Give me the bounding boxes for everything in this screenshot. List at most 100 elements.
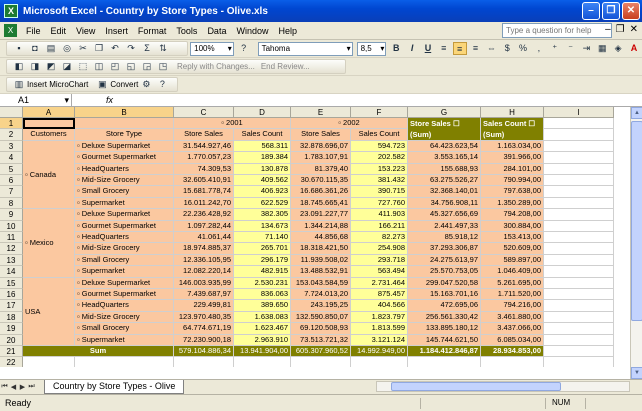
- total-sales-count[interactable]: 3.461.880,00: [481, 311, 544, 324]
- row-header[interactable]: 19: [0, 323, 23, 335]
- total-store-sales-header[interactable]: Store Sales ☐ (Sum): [408, 118, 481, 141]
- column-header[interactable]: A: [23, 107, 75, 118]
- scroll-up-icon[interactable]: ▲: [631, 107, 642, 119]
- empty-cell[interactable]: [351, 357, 408, 367]
- checkbox-icon[interactable]: ☐: [526, 119, 535, 128]
- row-header[interactable]: 1: [0, 118, 23, 130]
- empty-cell[interactable]: [408, 357, 481, 367]
- row-header[interactable]: 5: [0, 163, 23, 175]
- total-store-sales[interactable]: 32.368.140,01: [408, 186, 481, 198]
- empty-cell[interactable]: [544, 254, 614, 267]
- sales-count-2001[interactable]: 2.530.231: [234, 277, 291, 289]
- store-sales-2002[interactable]: 69.120.508,93: [291, 323, 351, 335]
- align-left-icon[interactable]: ≡: [437, 42, 451, 55]
- review-icon-10[interactable]: ◳: [156, 60, 170, 73]
- sales-count-2002[interactable]: 727.760: [351, 197, 408, 210]
- sales-count-2002[interactable]: 875.457: [351, 289, 408, 301]
- total-store-sales[interactable]: 155.688,93: [408, 163, 481, 175]
- empty-cell[interactable]: [544, 186, 614, 198]
- store-type-cell[interactable]: ▫ Supermarket: [75, 197, 174, 210]
- empty-cell[interactable]: [544, 140, 614, 153]
- sales-count-2001[interactable]: 189.384: [234, 152, 291, 164]
- sheet-tab[interactable]: Country by Store Types - Olive: [44, 380, 185, 394]
- store-type-cell[interactable]: ▫ Mid-Size Grocery: [75, 243, 174, 255]
- total-store-sales[interactable]: 256.561.330,42: [408, 311, 481, 324]
- store-type-cell[interactable]: ▫ Deluxe Supermarket: [75, 209, 174, 221]
- help-icon[interactable]: ?: [237, 42, 251, 55]
- sales-count-2002[interactable]: 3.121.124: [351, 334, 408, 346]
- empty-cell[interactable]: [544, 175, 614, 187]
- empty-cell[interactable]: [544, 277, 614, 289]
- row-header[interactable]: 22: [0, 357, 23, 367]
- align-center-icon[interactable]: ≡: [452, 42, 467, 55]
- store-sales-2002[interactable]: 132.590.850,07: [291, 311, 351, 324]
- restore-button[interactable]: ❐: [602, 2, 620, 20]
- empty-cell[interactable]: [544, 266, 614, 278]
- country-label[interactable]: ▫ Canada: [23, 140, 75, 210]
- spreadsheet-grid[interactable]: A B C D E F G H I 1 2 3 4 5 6 7 8 9 10 11 12 13 14 15 16 17 18 19 20…: [0, 107, 630, 367]
- total-sales-count[interactable]: 794.208,00: [481, 209, 544, 221]
- store-sales-2002[interactable]: 18.318.421,50: [291, 243, 351, 255]
- zoom-select[interactable]: 100%: [190, 41, 234, 56]
- store-sales-2001[interactable]: 123.970.480,35: [174, 311, 234, 324]
- store-sales-2001[interactable]: 7.439.687,97: [174, 289, 234, 301]
- sales-count-2001[interactable]: 265.701: [234, 243, 291, 255]
- horizontal-scroll-thumb[interactable]: [391, 382, 561, 391]
- italic-button[interactable]: I: [405, 42, 419, 55]
- row-header[interactable]: 17: [0, 300, 23, 312]
- empty-cell[interactable]: [544, 118, 614, 130]
- menu-window[interactable]: Window: [231, 26, 273, 36]
- store-type-cell[interactable]: ▫ Gourmet Supermarket: [75, 289, 174, 301]
- menu-edit[interactable]: Edit: [46, 26, 72, 36]
- sales-count-2001[interactable]: 296.179: [234, 254, 291, 267]
- empty-cell[interactable]: [544, 152, 614, 164]
- menu-view[interactable]: View: [71, 26, 100, 36]
- row-header[interactable]: 8: [0, 197, 23, 210]
- store-sales-2002[interactable]: 11.939.508,02: [291, 254, 351, 267]
- store-sales-2001[interactable]: 16.011.242,70: [174, 197, 234, 210]
- review-icon-4[interactable]: ◪: [60, 60, 74, 73]
- empty-cell[interactable]: [544, 311, 614, 324]
- total-store-sales[interactable]: 133.895.180,12: [408, 323, 481, 335]
- undo-icon[interactable]: ↶: [108, 42, 122, 55]
- sum-sales-count-2002[interactable]: 14.992.949,00: [351, 346, 408, 358]
- review-icon-7[interactable]: ◰: [108, 60, 122, 73]
- total-sales-count[interactable]: 300.884,00: [481, 220, 544, 232]
- increase-decimal-icon[interactable]: ⁺: [548, 42, 562, 55]
- store-sales-2001[interactable]: 12.336.105,95: [174, 254, 234, 267]
- help-search-input[interactable]: Type a question for help: [502, 23, 612, 38]
- settings-icon[interactable]: ⚙: [139, 78, 153, 91]
- store-sales-2002[interactable]: 16.686.361,26: [291, 186, 351, 198]
- excel-icon[interactable]: X: [4, 4, 18, 18]
- total-store-sales[interactable]: 34.756.908,11: [408, 197, 481, 210]
- research-icon[interactable]: ◎: [60, 42, 74, 55]
- sales-count-2002[interactable]: 82.273: [351, 232, 408, 244]
- total-sales-count[interactable]: 153.413,00: [481, 232, 544, 244]
- cell-a1[interactable]: [23, 118, 75, 130]
- workbook-restore-icon[interactable]: ❐: [616, 24, 625, 35]
- sales-count-2002[interactable]: 1.823.797: [351, 311, 408, 324]
- sales-count-2002[interactable]: 1.813.599: [351, 323, 408, 335]
- workbook-icon[interactable]: X: [4, 24, 17, 37]
- total-sales-count[interactable]: 6.085.034,00: [481, 334, 544, 346]
- sales-count-2002[interactable]: 166.211: [351, 220, 408, 232]
- menu-format[interactable]: Format: [133, 26, 172, 36]
- row-header[interactable]: 13: [0, 254, 23, 267]
- sales-count-2001[interactable]: 836.063: [234, 289, 291, 301]
- store-type-cell[interactable]: ▫ Deluxe Supermarket: [75, 140, 174, 153]
- sales-count-2002[interactable]: 594.723: [351, 140, 408, 153]
- indent-icon[interactable]: ⇥: [580, 42, 594, 55]
- store-sales-2002[interactable]: 243.195,25: [291, 300, 351, 312]
- sales-count-2002[interactable]: 2.731.464: [351, 277, 408, 289]
- store-sales-2002[interactable]: 18.745.665,41: [291, 197, 351, 210]
- customers-header[interactable]: Customers: [23, 129, 75, 141]
- empty-cell[interactable]: [544, 357, 614, 367]
- store-type-cell[interactable]: ▫ Mid-Size Grocery: [75, 311, 174, 324]
- minimize-button[interactable]: –: [582, 2, 600, 20]
- menu-data[interactable]: Data: [202, 26, 231, 36]
- store-sales-2002[interactable]: 7.724.013,20: [291, 289, 351, 301]
- align-right-icon[interactable]: ≡: [469, 42, 483, 55]
- sum-store-sales-2002[interactable]: 605.307.960,52: [291, 346, 351, 358]
- autosum-icon[interactable]: Σ: [140, 42, 154, 55]
- name-box[interactable]: A1: [0, 94, 72, 106]
